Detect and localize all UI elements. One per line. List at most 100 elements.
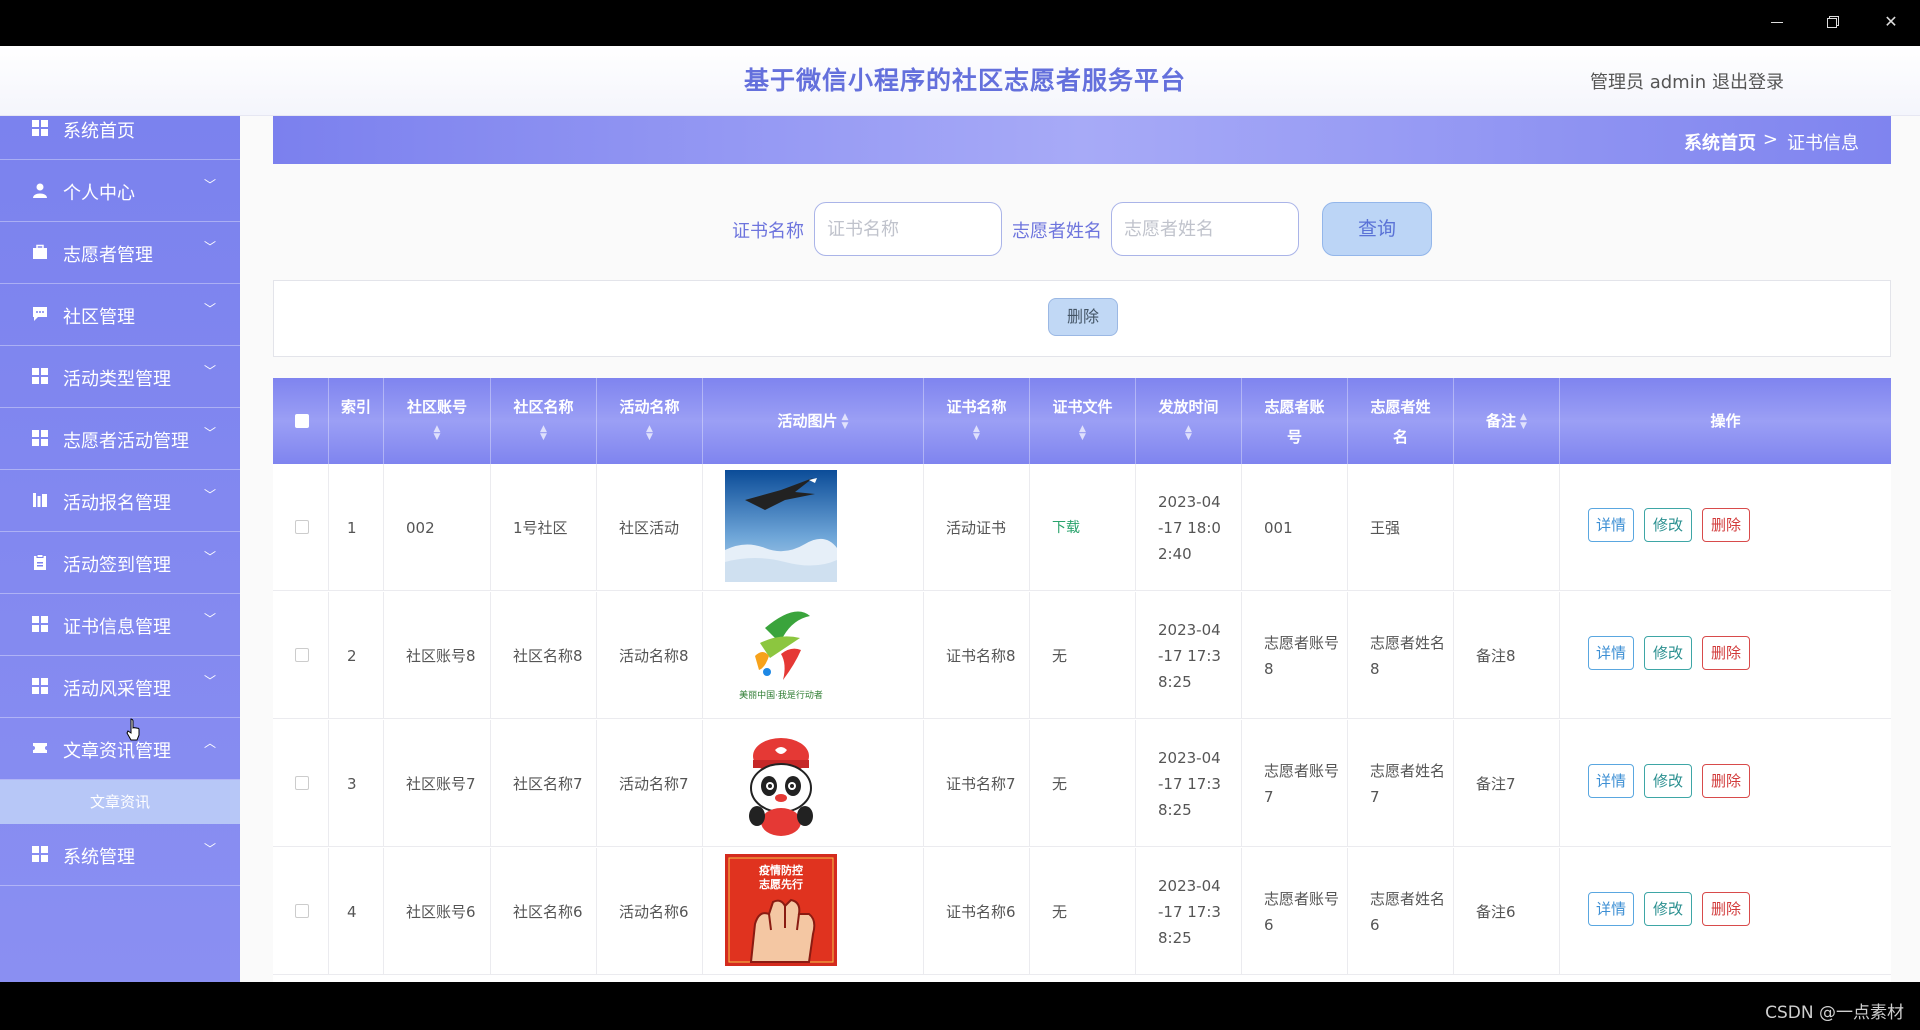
sidebar-item-label: 活动报名管理 [63,493,171,514]
header-index[interactable]: 索引 [329,378,384,464]
sidebar-item-label: 志愿者管理 [63,245,153,266]
sidebar-item-activity-types[interactable]: 活动类型管理 ﹀ [0,346,240,408]
cell-text: 证书名称6 [946,902,1016,921]
volunteer-logo-image[interactable]: 美丽中国·我是行动者 [725,598,837,710]
sidebar-item-registration[interactable]: 活动报名管理 ﹀ [0,470,240,532]
sidebar: 系统首页 个人中心 ﹀ 志愿者管理 ﹀ 社区管理 ﹀ 活动类型管理 ﹀ 志愿者活… [0,116,240,982]
grid-icon [32,120,48,136]
grid-icon [32,846,48,862]
breadcrumb-current: 证书信息 [1787,133,1859,154]
header-community-account[interactable]: 社区账号 ▲ ▼ [384,378,491,464]
cell-text: 社区账号6 [406,902,476,921]
sidebar-item-articles[interactable]: 文章资讯管理 ︿ [0,718,240,780]
header-cert-file[interactable]: 证书文件 ▲ ▼ [1030,378,1136,464]
sidebar-item-volunteers[interactable]: 志愿者管理 ﹀ [0,222,240,284]
sidebar-item-activity-gallery[interactable]: 活动风采管理 ﹀ [0,656,240,718]
epidemic-poster-image[interactable]: 疫情防控 志愿先行 [725,854,837,966]
select-all-checkbox[interactable] [295,414,309,428]
header-volunteer-account[interactable]: 志愿者账号 [1242,378,1348,464]
header-community-name[interactable]: 社区名称 ▲ ▼ [491,378,597,464]
volunteer-name-input[interactable] [1111,202,1299,256]
edit-button[interactable]: 修改 [1644,764,1692,798]
user-icon [33,183,47,198]
sidebar-item-profile[interactable]: 个人中心 ﹀ [0,160,240,222]
volunteer-name-label: 志愿者姓名 [1012,221,1102,242]
cell-text: 社区活动 [619,518,680,537]
sort-icon[interactable]: ▲ ▼ [384,425,490,442]
cell-select [273,592,329,719]
breadcrumb-home[interactable]: 系统首页 [1684,129,1756,155]
row-checkbox[interactable] [295,904,309,918]
logout-link[interactable]: 退出登录 [1712,68,1784,94]
table-header: 索引 社区账号 ▲ ▼ 社区名称 ▲ ▼ 活动名称 ▲ ▼ 活动图片 ▲ ▼ 证… [273,378,1891,464]
cell-issue-time: 2023-04-17 17:38:25 [1136,848,1242,975]
detail-button[interactable]: 详情 [1588,636,1634,670]
row-checkbox[interactable] [295,776,309,790]
sidebar-item-volunteer-activities[interactable]: 志愿者活动管理 ﹀ [0,408,240,470]
sort-icon[interactable]: ▲ ▼ [842,412,849,431]
header-label: 备注 ▲ ▼ [1454,406,1559,436]
sidebar-subitem-articles[interactable]: 文章资讯 [0,780,240,824]
cell-text: 1 [347,518,357,537]
cell-operations: 详情 修改 删除 [1560,592,1891,719]
eagle-over-clouds-image[interactable] [725,470,837,582]
cell-volunteer-account: 志愿者账号6 [1242,848,1348,975]
header-label: 索引 [341,398,372,416]
header-volunteer-name[interactable]: 志愿者姓名 [1348,378,1454,464]
sort-icon[interactable]: ▲ ▼ [597,425,702,442]
cell-text: 无 [1052,902,1068,921]
detail-button[interactable]: 详情 [1588,764,1634,798]
edit-button[interactable]: 修改 [1644,636,1692,670]
cell-operations: 详情 修改 删除 [1560,464,1891,591]
cert-name-input[interactable] [814,202,1002,256]
sidebar-item-label: 个人中心 [63,183,135,204]
header-activity-name[interactable]: 活动名称 ▲ ▼ [597,378,703,464]
header-activity-image[interactable]: 活动图片 ▲ ▼ [703,378,924,464]
query-button[interactable]: 查询 [1322,202,1432,256]
delete-button[interactable]: 删除 [1702,764,1750,798]
header-remark[interactable]: 备注 ▲ ▼ [1454,378,1560,464]
sidebar-item-system[interactable]: 系统管理 ﹀ [0,824,240,886]
batch-delete-button[interactable]: 删除 [1048,298,1118,336]
cell-remark: 备注8 [1454,592,1560,719]
detail-button[interactable]: 详情 [1588,892,1634,926]
edit-button[interactable]: 修改 [1644,892,1692,926]
sort-icon[interactable]: ▲ ▼ [1520,412,1527,431]
cell-index: 4 [329,848,384,975]
cell-text: 2023-04-17 17:38:25 [1158,748,1221,819]
delete-button[interactable]: 删除 [1702,892,1750,926]
header-issue-time[interactable]: 发放时间 ▲ ▼ [1136,378,1242,464]
cell-text: 备注7 [1476,774,1516,793]
restore-icon[interactable] [1820,10,1846,34]
header-cert-name[interactable]: 证书名称 ▲ ▼ [924,378,1030,464]
cell-remark: 备注7 [1454,720,1560,847]
sort-icon[interactable]: ▲ ▼ [491,425,596,442]
sort-icon[interactable]: ▲ ▼ [924,425,1029,442]
row-checkbox[interactable] [295,648,309,662]
row-checkbox[interactable] [295,520,309,534]
header-label: 发放时间 [1158,398,1219,416]
sidebar-item-label: 志愿者活动管理 [63,431,189,452]
sort-icon[interactable]: ▲ ▼ [1030,425,1135,442]
sidebar-item-community[interactable]: 社区管理 ﹀ [0,284,240,346]
cell-text: 社区账号8 [406,646,476,665]
cell-text: 社区账号7 [406,774,476,793]
sidebar-item-home[interactable]: 系统首页 [0,116,240,160]
delete-button[interactable]: 删除 [1702,636,1750,670]
cell-text: 活动名称6 [619,902,689,921]
minimize-icon[interactable] [1764,10,1790,34]
panda-mascot-image[interactable] [725,726,837,838]
cell-text: 志愿者账号8 [1264,633,1340,678]
cell-text: 志愿者姓名7 [1370,761,1446,806]
close-icon[interactable]: ✕ [1878,10,1904,34]
sidebar-item-checkin[interactable]: 活动签到管理 ﹀ [0,532,240,594]
delete-button[interactable]: 删除 [1702,508,1750,542]
cell-text[interactable]: 下载 [1052,515,1127,541]
sort-icon[interactable]: ▲ ▼ [1136,425,1241,442]
cell-text: 1号社区 [513,518,568,537]
image-caption: 美丽中国·我是行动者 [739,689,823,701]
detail-button[interactable]: 详情 [1588,508,1634,542]
edit-button[interactable]: 修改 [1644,508,1692,542]
sidebar-item-certificates[interactable]: 证书信息管理 ﹀ [0,594,240,656]
sidebar-item-label: 活动签到管理 [63,555,171,576]
